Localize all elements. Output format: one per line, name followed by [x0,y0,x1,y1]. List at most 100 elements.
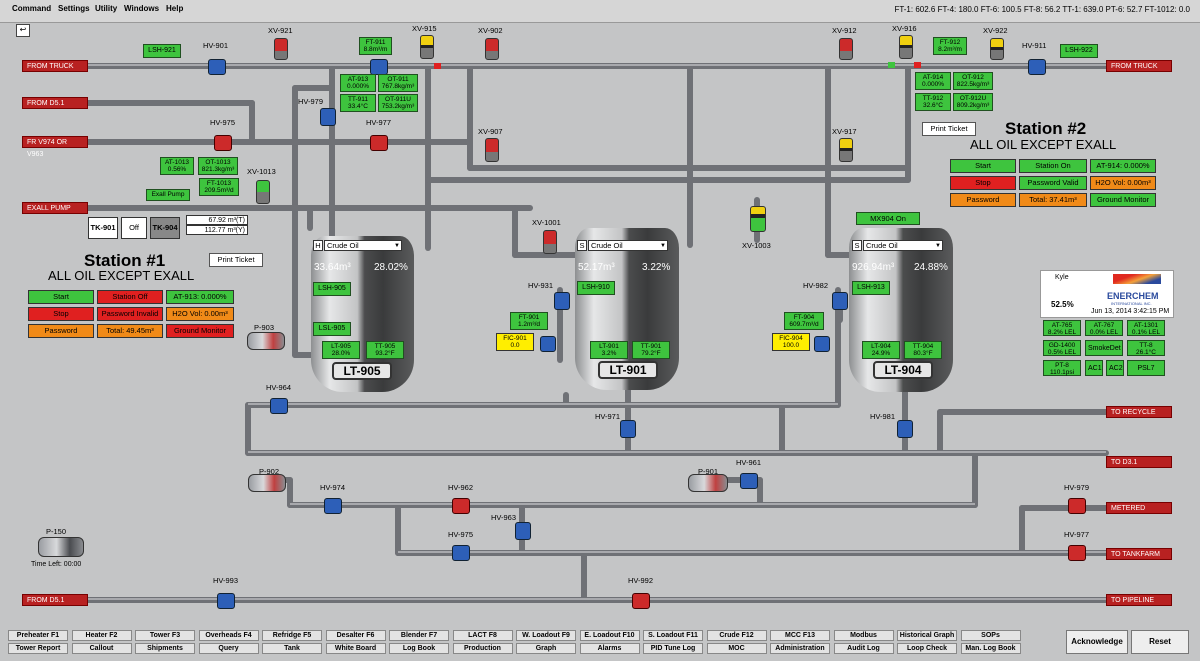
tank-lt905-product-select[interactable]: Crude Oil ▼ [324,240,402,251]
station2-stop-button[interactable]: Stop [950,176,1016,190]
lsh921-tag[interactable]: LSH-921 [143,44,181,58]
footer_row2-audit-log-button[interactable]: Audit Log [833,643,894,654]
hv931-valve-icon[interactable] [554,292,570,310]
lsh922-tag[interactable]: LSH-922 [1060,44,1098,58]
station2-print-ticket-button[interactable]: Print Ticket [922,122,976,136]
analyzer-at1301[interactable]: AT-1301 0.1% LEL [1127,320,1165,336]
analyzer-at765[interactable]: AT-765 8.2% LEL [1043,320,1081,336]
footer_row1-overheads-f4-button[interactable]: Overheads F4 [198,630,259,641]
footer_row2-alarms-button[interactable]: Alarms [579,643,640,654]
analyzer-smoke-detector[interactable]: SmokeDet [1085,340,1123,356]
footer_row2-administration-button[interactable]: Administration [770,643,830,654]
ft911-valve-icon[interactable] [370,59,388,75]
footer_row2-moc-button[interactable]: MOC [706,643,767,654]
hv982-valve-icon[interactable] [832,292,848,310]
tank-lt904-product-select[interactable]: Crude Oil ▼ [863,240,943,251]
xv921-valve-icon[interactable] [274,38,288,60]
ot912u-tag[interactable]: OT-912U 809.2kg/m³ [953,93,993,111]
xv1001-valve-icon[interactable] [543,230,557,254]
xv1013-valve-icon[interactable] [256,180,270,204]
tank-lt904-mode[interactable]: S [852,240,862,251]
footer_row1-s-loadout-f11-button[interactable]: S. Loadout F11 [643,630,703,641]
analyzer-gd1400[interactable]: GD-1400 0.5% LEL [1043,340,1081,356]
reset-button[interactable]: Reset [1131,630,1189,654]
fic901-valve-icon[interactable] [540,336,556,352]
xv915-valve-icon[interactable] [420,35,434,59]
lt905-tag[interactable]: LT-905 28.0% [322,341,360,359]
lt901-tag[interactable]: LT-901 3.2% [590,341,628,359]
hv974-valve-icon[interactable] [324,498,342,514]
fic904-valve-icon[interactable] [814,336,830,352]
at913-tag[interactable]: AT-913 0.000% [340,74,376,92]
footer_row1-sops-button[interactable]: SOPs [960,630,1021,641]
hv979a-valve-icon[interactable] [320,108,336,126]
footer_row2-pid-tune-log-button[interactable]: PID Tune Log [643,643,703,654]
analyzer-psl7[interactable]: PSL7 [1127,360,1165,376]
footer_row1-w-loadout-f9-button[interactable]: W. Loadout F9 [516,630,576,641]
footer_row2-white-board-button[interactable]: White Board [325,643,386,654]
xv917-valve-icon[interactable] [839,138,853,162]
footer_row1-lact-f8-button[interactable]: LACT F8 [452,630,513,641]
footer_row1-historical-graph-button[interactable]: Historical Graph [897,630,957,641]
footer_row2-graph-button[interactable]: Graph [516,643,576,654]
lsh905-tag[interactable]: LSH-905 [313,282,351,296]
footer_row2-callout-button[interactable]: Callout [71,643,132,654]
footer_row1-desalter-f6-button[interactable]: Desalter F6 [325,630,386,641]
lsh910-tag[interactable]: LSH-910 [577,281,615,295]
tt901-tag[interactable]: TT-901 79.2°F [632,341,670,359]
station2-start-button[interactable]: Start [950,159,1016,173]
xv916-valve-icon[interactable] [899,35,913,59]
hv993-valve-icon[interactable] [217,593,235,609]
footer_row1-crude-f12-button[interactable]: Crude F12 [706,630,767,641]
footer_row1-heater-f2-button[interactable]: Heater F2 [71,630,132,641]
p902-pump-icon[interactable] [248,474,286,492]
hv964-valve-icon[interactable] [270,398,288,414]
tank-lt901-mode[interactable]: S [577,240,587,251]
mixer-mx904-status[interactable]: MX904 On [856,212,920,225]
footer_row1-blender-f7-button[interactable]: Blender F7 [389,630,449,641]
xv922-valve-icon[interactable] [990,38,1004,60]
xv907-valve-icon[interactable] [485,138,499,162]
footer_row1-mcc-f13-button[interactable]: MCC F13 [770,630,830,641]
tt904-tag[interactable]: TT-904 80.3°F [904,341,942,359]
hv971-valve-icon[interactable] [620,420,636,438]
at914-tag[interactable]: AT-914 0.000% [915,72,951,90]
footer_row2-tower-report-button[interactable]: Tower Report [8,643,68,654]
analyzer-pt8[interactable]: PT-8 110.1psi [1043,360,1081,376]
footer_row1-refridge-f5-button[interactable]: Refridge F5 [262,630,322,641]
hv975b-valve-icon[interactable] [452,545,470,561]
footer_row2-query-button[interactable]: Query [198,643,259,654]
tk901-button[interactable]: TK-901 [88,217,118,239]
tt911-tag[interactable]: TT-911 33.4°C [340,94,376,112]
tk904-button[interactable]: TK-904 [150,217,180,239]
ot1013-tag[interactable]: OT-1013 821.3kg/m³ [198,157,238,175]
footer_row2-man-log-book-button[interactable]: Man. Log Book [960,643,1021,654]
footer_row2-tank-button[interactable]: Tank [262,643,322,654]
p901-pump-icon[interactable] [688,474,728,492]
lsl905-tag[interactable]: LSL-905 [313,322,351,336]
hv992-valve-icon[interactable] [632,593,650,609]
ot911u-tag[interactable]: OT-911U 753.2kg/m³ [378,94,418,112]
footer_row2-loop-check-button[interactable]: Loop Check [897,643,957,654]
hv981-valve-icon[interactable] [897,420,913,438]
ft1013-tag[interactable]: FT-1013 209.5m³/d [199,178,239,196]
lsh913-tag[interactable]: LSH-913 [852,281,890,295]
p903-pump-icon[interactable] [247,332,285,350]
tt905-tag[interactable]: TT-905 93.2°F [366,341,404,359]
ft911-tag[interactable]: FT-911 8.8m³/m [359,37,392,55]
analyzer-at767[interactable]: AT-767 0.0% LEL [1085,320,1123,336]
ot912-tag[interactable]: OT-912 822.5kg/m³ [953,72,993,90]
analyzer-ac1[interactable]: AC1 [1085,360,1103,376]
tt912-tag[interactable]: TT-912 32.6°C [915,93,951,111]
hv962-valve-icon[interactable] [452,498,470,514]
xv912-valve-icon[interactable] [839,38,853,60]
hv979b-valve-icon[interactable] [1068,498,1086,514]
station1-start-button[interactable]: Start [28,290,94,304]
footer_row1-modbus-button[interactable]: Modbus [833,630,894,641]
fic901-controller[interactable]: FIC-901 0.0 [496,333,534,351]
footer_row2-shipments-button[interactable]: Shipments [135,643,195,654]
footer_row2-log-book-button[interactable]: Log Book [389,643,449,654]
hv977a-valve-icon[interactable] [370,135,388,151]
footer_row1-preheater-f1-button[interactable]: Preheater F1 [8,630,68,641]
acknowledge-button[interactable]: Acknowledge [1066,630,1128,654]
